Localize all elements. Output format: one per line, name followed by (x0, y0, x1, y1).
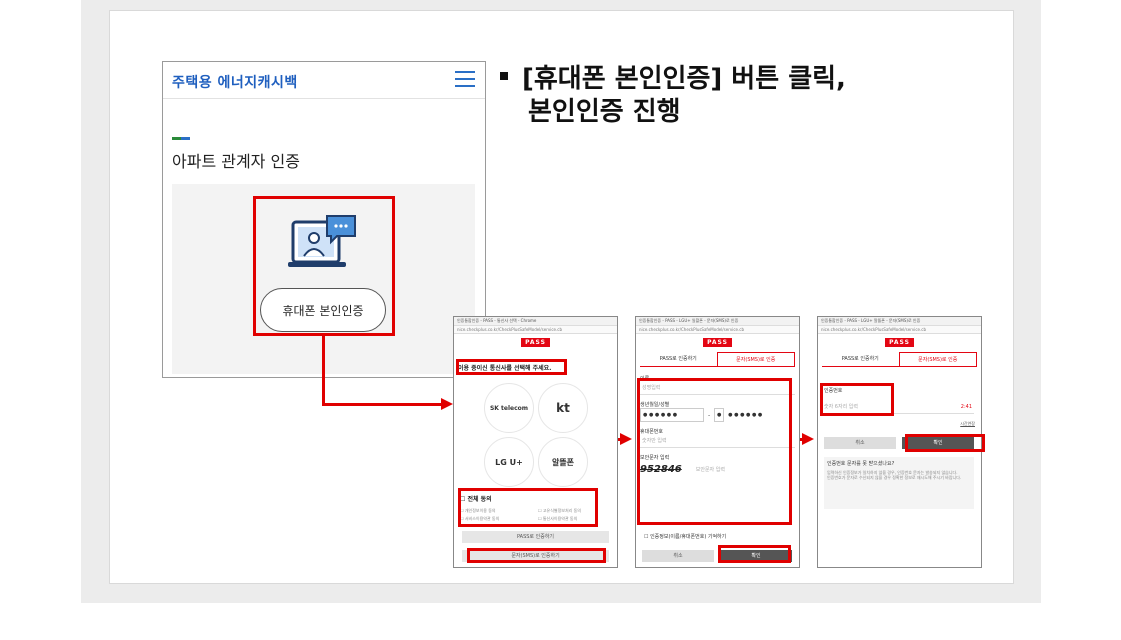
arrow-line-right (322, 403, 443, 406)
highlight-box-sms-button (467, 548, 606, 563)
arrow-line-down (322, 336, 325, 406)
site-logo[interactable]: 주택용 에너지캐시백 (172, 72, 298, 92)
pass-logo: PASS (521, 338, 550, 347)
highlight-box-confirm-3 (905, 434, 985, 452)
arrow-head-3 (802, 433, 814, 445)
carrier-kt[interactable]: kt (538, 383, 588, 433)
step-line-1: [휴대폰 본인인증] 버튼 클릭, (522, 64, 846, 94)
arrow-head-1 (441, 398, 453, 410)
highlight-box-code (820, 383, 894, 416)
extend-time-link[interactable]: 시간연장 (960, 421, 975, 427)
help-title: 인증번호 문자를 못 받으셨나요? (827, 461, 895, 467)
url-bar: nice.checkplus.co.kr/CheckPlusSafeModel/… (636, 326, 799, 334)
window-titlebar: 인증통합인증 - PASS - LGU+ 알뜰폰 - 문자(SMS)로 인증 (818, 317, 981, 326)
tab-sms[interactable]: 문자(SMS)로 인증 (898, 352, 977, 366)
tab-sms[interactable]: 문자(SMS)로 인증 (716, 352, 795, 366)
bullet-icon (500, 71, 508, 80)
carrier-skt[interactable]: SK telecom (484, 383, 534, 433)
pass-logo: PASS (885, 338, 914, 347)
page-title: 아파트 관계자 인증 (172, 152, 300, 171)
window-titlebar: 인증통합인증 - PASS - 통신사 선택 - Chrome (454, 317, 617, 326)
remember-label: 인증정보(이름/휴대폰번호) 기억하기 (650, 534, 727, 540)
header-divider (163, 98, 485, 99)
tab-pass[interactable]: PASS로 인증하기 (640, 352, 717, 366)
window-titlebar: 인증통합인증 - PASS - LGU+ 일촬폰 - 문자(SMS)로 인증 (636, 317, 799, 326)
help-box: 인증번호 문자를 못 받으셨나요? 입력하신 인증정보가 일치하지 않을 경우,… (824, 457, 974, 509)
remember-checkbox[interactable]: ☐ 인증정보(이름/휴대폰번호) 기억하기 (644, 533, 726, 540)
highlight-box-form (637, 378, 792, 525)
cancel-button[interactable]: 취소 (642, 550, 714, 562)
carrier-mvno[interactable]: 알뜰폰 (538, 437, 588, 487)
step-line-2: 본인인증 진행 (528, 97, 681, 127)
highlight-box-agreements (458, 488, 598, 527)
pass-logo: PASS (703, 338, 732, 347)
timer: 2:41 (960, 404, 972, 410)
cancel-button[interactable]: 취소 (824, 437, 896, 449)
step-instruction: [휴대폰 본인인증] 버튼 클릭, 본인인증 진행 (500, 63, 846, 129)
url-bar: nice.checkplus.co.kr/CheckPlusSafeModel/… (818, 326, 981, 334)
tab-pass[interactable]: PASS로 인증하기 (822, 352, 899, 366)
highlight-box-carrier-msg (456, 359, 567, 375)
highlight-box-phone-auth (253, 196, 395, 336)
pass-window-carrier-select: 인증통합인증 - PASS - 통신사 선택 - Chrome nice.che… (453, 316, 618, 568)
url-bar: nice.checkplus.co.kr/CheckPlusSafeModel/… (454, 326, 617, 334)
arrow-head-2 (620, 433, 632, 445)
title-accent-bar (172, 137, 190, 140)
help-text-2: 인증번호가 문자로 수신되지 않을 경우 정확한 정보로 재시도해 주시기 바랍… (827, 475, 962, 480)
pass-auth-button[interactable]: PASS로 인증하기 (462, 531, 609, 543)
highlight-box-confirm (718, 545, 791, 563)
carrier-lgu[interactable]: LG U+ (484, 437, 534, 487)
hamburger-menu-icon[interactable] (455, 71, 475, 87)
